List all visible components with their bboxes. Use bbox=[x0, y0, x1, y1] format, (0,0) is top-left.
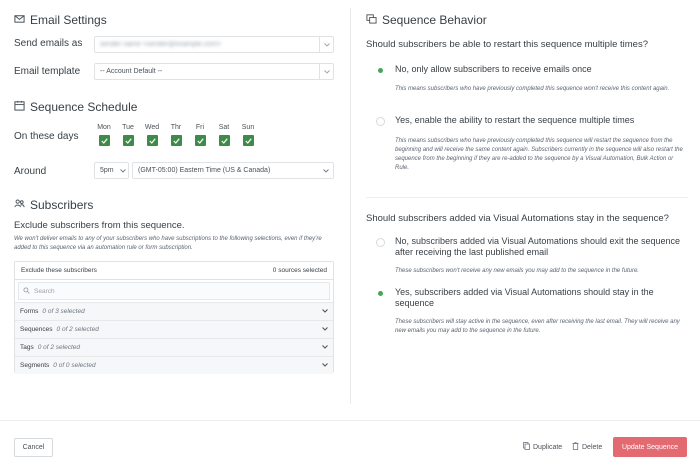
exclude-box-label: Exclude these subscribers bbox=[21, 267, 97, 274]
send-as-label: Send emails as bbox=[14, 38, 83, 49]
exclude-help: We won't deliver emails to any of your s… bbox=[14, 236, 322, 251]
exclude-heading: Exclude subscribers from this sequence. bbox=[14, 220, 185, 231]
restart-no-option[interactable]: No, only allow subscribers to receive em… bbox=[376, 64, 676, 75]
thr-checkbox[interactable] bbox=[170, 135, 182, 146]
around-label: Around bbox=[14, 166, 47, 177]
duplicate-button[interactable]: Duplicate bbox=[523, 442, 562, 452]
sources-selected-count: 0 sources selected bbox=[272, 267, 327, 274]
time-select[interactable]: 5pm bbox=[94, 162, 129, 179]
days-label: On these days bbox=[14, 131, 79, 142]
stay-no-help: These subscribers won't receive any new … bbox=[395, 268, 639, 274]
stay-no-radio[interactable] bbox=[376, 238, 385, 247]
envelope-icon bbox=[14, 13, 25, 27]
chevron-down-icon bbox=[319, 163, 333, 178]
tue-checkbox[interactable] bbox=[122, 135, 134, 146]
template-value: -- Account Default -- bbox=[100, 68, 163, 75]
delete-button[interactable]: Delete bbox=[572, 442, 602, 452]
question-divider bbox=[366, 197, 688, 198]
restart-no-radio[interactable] bbox=[376, 66, 385, 75]
restart-yes-radio[interactable] bbox=[376, 117, 385, 126]
stay-yes-option[interactable]: Yes, subscribers added via Visual Automa… bbox=[376, 287, 681, 309]
chevron-down-icon bbox=[322, 326, 328, 333]
search-placeholder: Search bbox=[34, 287, 55, 295]
duplicate-label: Duplicate bbox=[533, 443, 563, 451]
day-wed: Wed bbox=[144, 124, 160, 146]
chevron-down-icon bbox=[322, 344, 328, 351]
delete-label: Delete bbox=[582, 443, 603, 451]
sequence-icon bbox=[366, 13, 377, 27]
chevron-down-icon bbox=[319, 64, 333, 79]
day-mon: Mon bbox=[96, 124, 112, 146]
stay-no-option[interactable]: No, subscribers added via Visual Automat… bbox=[376, 236, 681, 258]
template-select[interactable]: -- Account Default -- bbox=[94, 63, 334, 80]
exclude-box: Exclude these subscribers 0 sources sele… bbox=[14, 261, 334, 374]
chevron-down-icon bbox=[319, 37, 333, 52]
exclude-search-input[interactable]: Search bbox=[18, 282, 330, 300]
exclude-row-forms[interactable]: Forms 0 of 3 selected bbox=[15, 302, 333, 320]
send-as-select[interactable]: sender name <sender@example.com> bbox=[94, 36, 334, 53]
restart-no-label: No, only allow subscribers to receive em… bbox=[395, 64, 592, 74]
time-value: 5pm bbox=[100, 167, 114, 174]
day-tue: Tue bbox=[120, 124, 136, 146]
visual-automation-question: Should subscribers added via Visual Auto… bbox=[366, 213, 669, 224]
email-settings-heading: Email Settings bbox=[14, 13, 107, 27]
mon-checkbox[interactable] bbox=[98, 135, 110, 146]
calendar-icon bbox=[14, 100, 25, 114]
sat-checkbox[interactable] bbox=[218, 135, 230, 146]
update-sequence-button[interactable]: Update Sequence bbox=[613, 437, 687, 457]
template-label: Email template bbox=[14, 66, 81, 77]
stay-yes-label: Yes, subscribers added via Visual Automa… bbox=[395, 287, 654, 308]
stay-yes-help: These subscribers will stay active in th… bbox=[395, 319, 680, 334]
chevron-down-icon bbox=[322, 308, 328, 315]
day-checkboxes: Mon Tue Wed Thr Fri Sat Sun bbox=[96, 124, 256, 146]
restart-yes-help: This means subscribers who have previous… bbox=[395, 138, 683, 171]
schedule-heading: Sequence Schedule bbox=[14, 100, 137, 114]
day-sun: Sun bbox=[240, 124, 256, 146]
day-fri: Fri bbox=[192, 124, 208, 146]
chevron-down-icon bbox=[322, 362, 328, 369]
copy-icon bbox=[523, 442, 530, 452]
wed-checkbox[interactable] bbox=[146, 135, 158, 146]
day-sat: Sat bbox=[216, 124, 232, 146]
timezone-select[interactable]: (GMT-05:00) Eastern Time (US & Canada) bbox=[132, 162, 334, 179]
behavior-heading: Sequence Behavior bbox=[366, 13, 487, 27]
subscribers-heading: Subscribers bbox=[14, 198, 93, 212]
search-icon bbox=[23, 286, 30, 296]
send-as-value: sender name <sender@example.com> bbox=[100, 41, 222, 48]
users-icon bbox=[14, 198, 25, 212]
day-thr: Thr bbox=[168, 124, 184, 146]
restart-no-help: This means subscribers who have previous… bbox=[395, 86, 670, 92]
stay-no-label: No, subscribers added via Visual Automat… bbox=[395, 236, 681, 257]
exclude-row-segments[interactable]: Segments 0 of 0 selected bbox=[15, 356, 333, 374]
restart-question: Should subscribers be able to restart th… bbox=[366, 39, 648, 50]
chevron-down-icon bbox=[118, 163, 128, 178]
exclude-row-tags[interactable]: Tags 0 of 2 selected bbox=[15, 338, 333, 356]
exclude-box-header: Exclude these subscribers 0 sources sele… bbox=[15, 262, 333, 280]
fri-checkbox[interactable] bbox=[194, 135, 206, 146]
restart-yes-option[interactable]: Yes, enable the ability to restart the s… bbox=[376, 115, 676, 126]
restart-yes-label: Yes, enable the ability to restart the s… bbox=[395, 115, 635, 125]
timezone-value: (GMT-05:00) Eastern Time (US & Canada) bbox=[138, 167, 271, 174]
cancel-button[interactable]: Cancel bbox=[14, 438, 53, 457]
footer-divider bbox=[0, 420, 700, 421]
exclude-row-sequences[interactable]: Sequences 0 of 2 selected bbox=[15, 320, 333, 338]
column-divider bbox=[350, 8, 351, 404]
stay-yes-radio[interactable] bbox=[376, 289, 385, 298]
sun-checkbox[interactable] bbox=[242, 135, 254, 146]
trash-icon bbox=[572, 442, 579, 452]
